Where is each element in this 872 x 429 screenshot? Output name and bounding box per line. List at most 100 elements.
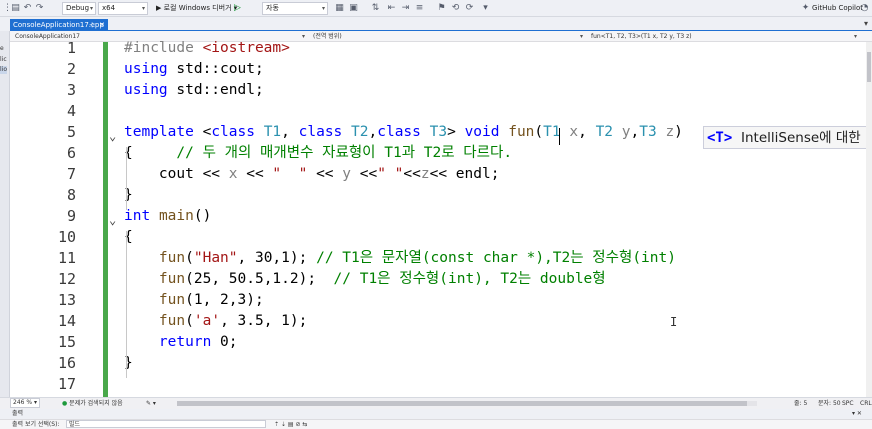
fold-chevron-icon[interactable]: ⌄ [109, 210, 116, 231]
side-text-3: lio [0, 66, 8, 74]
chevron-down-icon: ▾ [853, 33, 857, 40]
code-line[interactable]: #include <iostream> [124, 38, 290, 59]
chevron-down-icon: ▾ [321, 5, 325, 12]
line-number: 13 [57, 291, 76, 309]
toolbar-icon-4[interactable]: ⇤ [386, 3, 397, 14]
output-source-value: 빌드 [69, 421, 81, 428]
line-number: 1 [66, 39, 76, 57]
line-ending-indicator[interactable]: CRL [860, 398, 872, 409]
chevron-down-icon: ▾ [579, 33, 583, 40]
chevron-down-icon: ▾ [301, 33, 305, 40]
toolbar-icon-3[interactable]: ⇅ [370, 3, 381, 14]
document-tabs: ConsoleApplication17.cpp ⊹ ✕ ▾ [0, 17, 872, 31]
editor-status-bar: 246 % ▾ ● 문제가 검색되지 않음 ✎ ▾ 줄: 5 문자: 50 SP… [0, 397, 872, 409]
issues-indicator[interactable]: ● 문제가 검색되지 않음 [62, 398, 123, 409]
text-caret [559, 128, 560, 145]
output-panel-toolbar: 출력 보기 선택(S): 빌드 ⇡ ⇣ ▤ ⊘ ⇆ [0, 419, 872, 429]
save-all-icon[interactable]: ▤ [10, 3, 21, 14]
side-text-2: lic [0, 56, 7, 63]
redo-icon[interactable]: ↷ [34, 3, 45, 14]
scope-guide [126, 231, 127, 378]
panel-menu-icon[interactable]: ▾ ✕ [852, 409, 862, 419]
member-value: fun<T1, T2, T3>(T1 x, T2 y, T3 z) [591, 33, 692, 40]
check-circle-icon: ● [62, 400, 68, 407]
vertical-scrollbar[interactable] [866, 42, 872, 397]
tab-overflow-icon[interactable]: ▾ [864, 19, 868, 28]
code-line[interactable]: template <class T1, class T2,class T3> v… [124, 122, 683, 143]
horizontal-scrollbar[interactable] [177, 401, 757, 406]
output-panel-header: 출력 ▾ ✕ [0, 409, 872, 419]
fold-chevron-icon[interactable]: ⌄ [109, 126, 116, 147]
code-line[interactable]: return 0; [124, 332, 238, 353]
line-number: 15 [57, 333, 76, 351]
member-select[interactable]: fun<T1, T2, T3>(T1 x, T2 y, T3 z) ▾ [588, 31, 860, 42]
line-number: 10 [57, 228, 76, 246]
toolbar-icon-6[interactable]: ≡ [414, 3, 425, 14]
scope-select[interactable]: (전역 범위) ▾ [310, 31, 586, 42]
toolbar-icon-1[interactable]: ▦ [334, 3, 345, 14]
scrollbar-thumb[interactable] [177, 401, 747, 406]
line-indicator[interactable]: 줄: 5 [794, 398, 807, 409]
code-line[interactable]: fun('a', 3.5, 1); [124, 311, 307, 332]
code-line[interactable]: fun(25, 50.5,1.2); // T1은 정수형(int), T2는 … [124, 269, 606, 290]
line-number: 2 [66, 60, 76, 78]
scope-value: (전역 범위) [313, 33, 342, 40]
platform-select[interactable]: x64 ▾ [98, 2, 148, 15]
bookmark-icon[interactable]: ⚑ [436, 3, 447, 14]
template-tag-icon: <T> [707, 130, 733, 146]
toolbar-icon-9[interactable]: ▾ [480, 3, 491, 14]
configuration-select[interactable]: Debug ▾ [62, 2, 96, 15]
auto-value: 자동 [266, 4, 279, 12]
output-source-select[interactable]: 빌드 [66, 420, 266, 428]
code-line[interactable]: int main() [124, 206, 211, 227]
output-panel-title: 출력 [12, 410, 24, 417]
code-line[interactable]: fun(1, 2,3); [124, 290, 264, 311]
code-line[interactable]: { // 두 개의 매개변수 자료형이 T1과 T2로 다르다. [124, 143, 512, 164]
account-icon[interactable]: ◔ [859, 3, 870, 14]
toolbar-icon-2[interactable]: ▣ [348, 3, 359, 14]
zoom-value: 246 % [13, 399, 33, 406]
main-toolbar: ⋮ ▤ ↶ ↷ Debug ▾ x64 ▾ ▶ 로컬 Windows 디버거 ▾… [0, 0, 872, 17]
chevron-down-icon: ▾ [141, 5, 145, 12]
github-copilot-button[interactable]: GitHub Copilot [812, 2, 863, 15]
whitespace-indicator[interactable]: SPC [842, 398, 854, 409]
code-line[interactable]: cout << x << " " << y <<" "<<z<< endl; [124, 164, 500, 185]
line-number: 17 [57, 375, 76, 393]
line-number: 11 [57, 249, 76, 267]
brush-icon[interactable]: ✎ ▾ [146, 398, 156, 409]
scope-guide [126, 147, 127, 210]
side-panel-edge: e lic lio [0, 31, 10, 397]
toolbar-icon-5[interactable]: ⇥ [400, 3, 411, 14]
code-editor[interactable]: 1 2 3 4 5 6 7 8 9 10 11 12 13 14 15 16 17 #include <iost… [10, 39, 872, 397]
output-toolbar-icons[interactable]: ⇡ ⇣ ▤ ⊘ ⇆ [274, 420, 307, 429]
code-line[interactable]: using std::endl; [124, 80, 264, 101]
platform-value: x64 [102, 4, 116, 12]
code-line[interactable]: fun("Han", 30,1); // T1은 문자열(const char … [124, 248, 676, 269]
change-tracking-bar [103, 42, 108, 397]
code-line[interactable]: using std::cout; [124, 59, 264, 80]
zoom-select[interactable]: 246 % ▾ [10, 398, 40, 408]
side-text-1: e [0, 45, 4, 52]
output-source-label: 출력 보기 선택(S): [12, 421, 60, 428]
scrollbar-thumb[interactable] [867, 52, 871, 82]
line-number: 14 [57, 312, 76, 330]
toolbar-icon-7[interactable]: ⟲ [450, 3, 461, 14]
chevron-down-icon: ▾ [89, 5, 93, 12]
column-indicator[interactable]: 문자: 50 [818, 398, 841, 409]
start-without-debugging-icon[interactable]: ▷ [232, 3, 243, 14]
line-number: 4 [66, 102, 76, 120]
line-number: 12 [57, 270, 76, 288]
start-debugging-button[interactable]: ▶ 로컬 Windows 디버거 ▾ [156, 2, 237, 15]
line-number: 6 [66, 144, 76, 162]
line-number: 16 [57, 354, 76, 372]
line-number: 3 [66, 81, 76, 99]
undo-icon[interactable]: ↶ [22, 3, 33, 14]
ibeam-cursor-icon: I [670, 315, 678, 329]
line-number: 8 [66, 186, 76, 204]
line-number: 9 [66, 207, 76, 225]
copilot-icon: ✦ [801, 3, 810, 13]
auto-select[interactable]: 자동 ▾ [262, 2, 328, 15]
toolbar-icon-8[interactable]: ⟳ [464, 3, 475, 14]
line-number: 7 [66, 165, 76, 183]
intellisense-tooltip: <T> IntelliSense에 대한 [703, 126, 872, 149]
